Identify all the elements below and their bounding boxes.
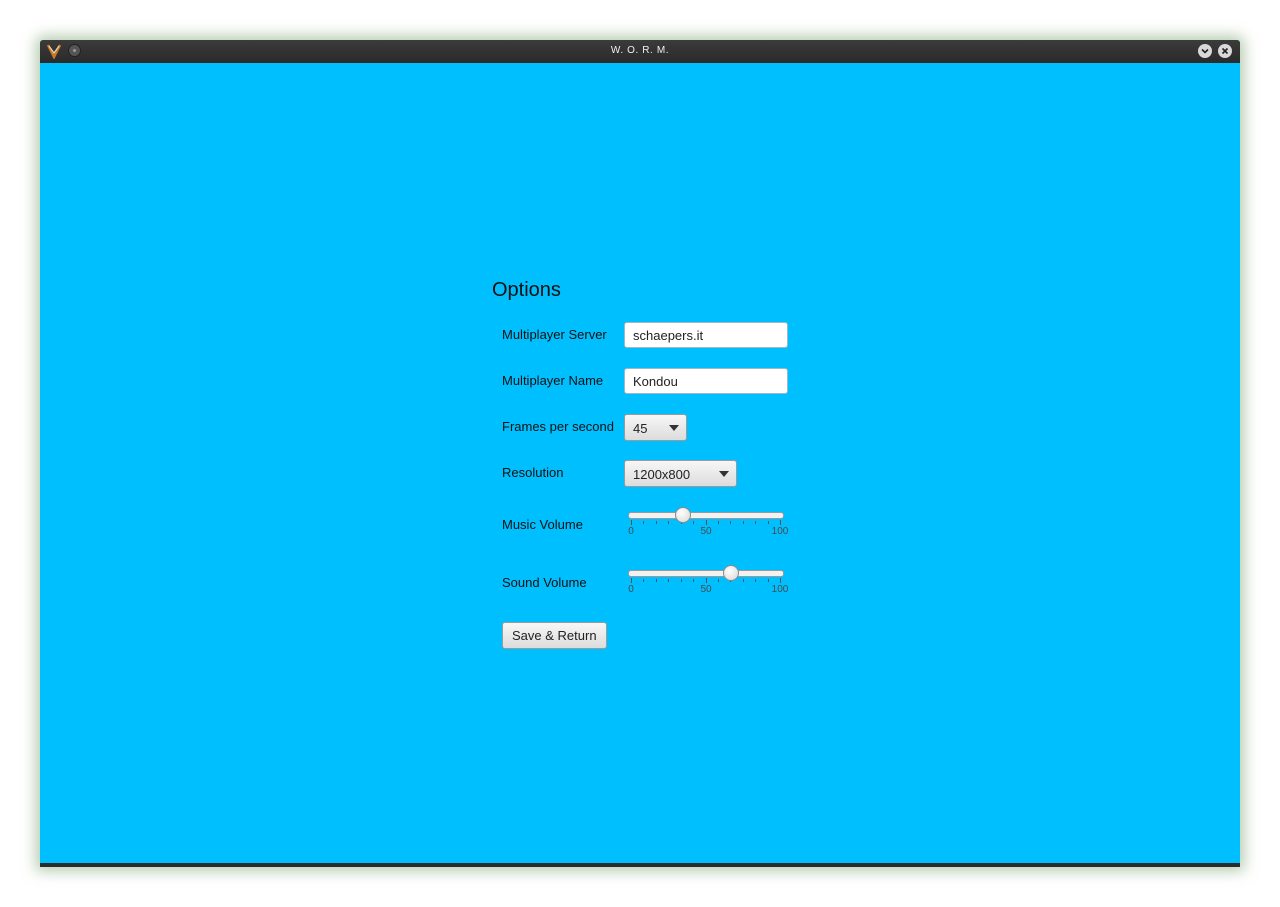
slider-tick-mark <box>693 521 695 524</box>
resolution-value: 1200x800 <box>633 467 691 482</box>
dropdown-arrow-icon <box>669 425 679 431</box>
close-button[interactable] <box>1218 44 1232 58</box>
title-bar[interactable]: W. O. R. M. <box>40 40 1240 63</box>
slider-tick-mark <box>717 521 719 524</box>
slider-tick-mark <box>643 521 645 524</box>
music-volume-thumb[interactable] <box>675 507 692 523</box>
slider-tick-mark <box>767 579 769 582</box>
minimize-button[interactable] <box>1198 44 1212 58</box>
frames-per-second-dropdown[interactable]: 45 <box>624 414 687 441</box>
slider-tick-mark <box>705 520 707 525</box>
close-icon <box>1221 47 1229 55</box>
resolution-dropdown[interactable]: 1200x800 <box>624 460 737 487</box>
slider-track[interactable] <box>628 570 784 577</box>
window-title: W. O. R. M. <box>610 45 670 56</box>
music-volume-slider[interactable]: 0 50 100 <box>624 507 794 541</box>
multiplayer-name-label: Multiplayer Name <box>502 373 604 388</box>
resolution-label: Resolution <box>502 465 564 480</box>
slider-tick-label: 100 <box>771 584 789 595</box>
slider-tick-mark <box>730 521 732 524</box>
slider-tick-mark <box>631 578 632 583</box>
slider-tick-label: 0 <box>628 526 634 537</box>
slider-tick-mark <box>780 578 781 583</box>
dropdown-arrow-icon <box>719 471 729 477</box>
slider-tick-mark <box>755 579 757 582</box>
slider-tick-mark <box>693 579 695 582</box>
chevron-down-icon <box>1201 48 1209 54</box>
slider-tick-mark <box>780 520 781 525</box>
slider-tick-mark <box>742 579 744 582</box>
slider-tick-mark <box>705 578 707 583</box>
slider-tick-label: 100 <box>771 526 789 537</box>
slider-tick-mark <box>655 579 657 582</box>
options-heading: Options <box>492 279 561 301</box>
frames-per-second-label: Frames per second <box>502 419 614 434</box>
slider-tick-mark <box>680 579 682 582</box>
slider-tick-mark <box>631 520 632 525</box>
frames-per-second-value: 45 <box>633 421 648 436</box>
window-bottom-border <box>40 863 1240 867</box>
slider-tick-label: 0 <box>628 584 634 595</box>
slider-tick-mark <box>668 579 670 582</box>
music-volume-label: Music Volume <box>502 517 583 532</box>
sound-volume-thumb[interactable] <box>722 565 739 581</box>
slider-tick-mark <box>717 579 719 582</box>
slider-tick-mark <box>643 579 645 582</box>
slider-tick-mark <box>668 521 670 524</box>
multiplayer-name-input[interactable] <box>624 368 788 394</box>
sound-volume-slider[interactable]: 0 50 100 <box>624 565 794 599</box>
sound-volume-label: Sound Volume <box>502 575 587 590</box>
slider-tick-mark <box>755 521 757 524</box>
slider-tick-label: 50 <box>700 526 712 537</box>
save-and-return-button[interactable]: Save & Return <box>502 622 607 649</box>
multiplayer-server-label: Multiplayer Server <box>502 327 607 342</box>
app-window: W. O. R. M. Options Multiplayer Server M… <box>40 40 1240 867</box>
slider-track[interactable] <box>628 512 784 519</box>
slider-tick-mark <box>767 521 769 524</box>
slider-tick-mark <box>655 521 657 524</box>
slider-tick-mark <box>742 521 744 524</box>
slider-tick-label: 50 <box>700 584 712 595</box>
multiplayer-server-input[interactable] <box>624 322 788 348</box>
